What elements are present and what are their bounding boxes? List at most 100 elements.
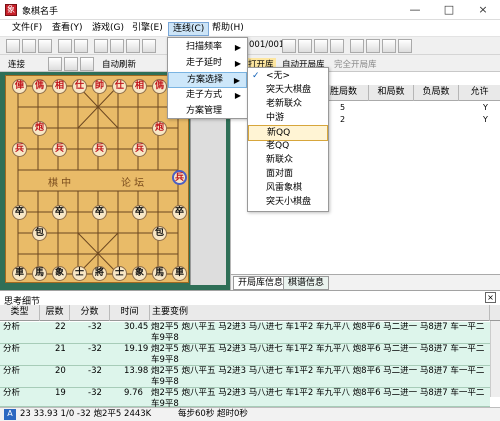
monitor-icon[interactable] <box>80 57 94 71</box>
clock-icon[interactable] <box>48 57 62 71</box>
check-icon: ✓ <box>252 71 260 81</box>
board-piece[interactable]: 卒 <box>172 205 187 220</box>
board-piece[interactable]: 車 <box>172 266 187 281</box>
connect-menu: 扫描频率 ▶ 走子延时 ▶ 方案选择 ▶ 走子方式 ▶ 方案管理 <box>167 37 248 119</box>
menu-file[interactable]: 文件(F) <box>8 22 46 36</box>
board-piece[interactable]: 包 <box>152 226 167 241</box>
board-piece[interactable]: 炮 <box>32 121 47 136</box>
menu-scheme-select[interactable]: 方案选择 ▶ <box>168 72 247 88</box>
monitor-icon[interactable] <box>110 39 124 53</box>
board-piece[interactable]: 馬 <box>152 266 167 281</box>
title-bar: 象 象棋名手 — □ × <box>0 0 500 20</box>
board-piece[interactable]: 兵 <box>52 142 67 157</box>
thinking-row[interactable]: 分析 19 -32 9.76 炮2平5 炮八平五 马2进3 马八进七 车1平2 … <box>0 388 490 407</box>
board-piece[interactable]: 馬 <box>32 266 47 281</box>
chess-board[interactable]: 俥 傌 相 仕 帥 仕 相 傌 俥 炮 炮 兵 兵 兵 兵 兵 卒 卒 卒 卒 … <box>5 75 189 283</box>
folder-icon[interactable] <box>366 39 380 53</box>
square-icon[interactable] <box>94 39 108 53</box>
close-icon[interactable]: × <box>466 0 500 20</box>
board-piece[interactable]: 兵 <box>92 142 107 157</box>
menu-help[interactable]: 帮助(H) <box>208 22 248 36</box>
maximize-icon[interactable]: □ <box>432 0 466 20</box>
board-piece[interactable]: 士 <box>72 266 87 281</box>
board-piece[interactable]: 仕 <box>112 79 127 94</box>
new-icon[interactable] <box>6 39 20 53</box>
menu-bar: 文件(F) 查看(Y) 游戏(G) 引擎(E) 连线(C) 帮助(H) <box>0 20 500 37</box>
river-text-right: 论 坛 <box>121 178 145 189</box>
main-toolbar: 001/001 <box>0 37 500 55</box>
status-icon: A <box>4 409 16 420</box>
board-piece[interactable]: 傌 <box>32 79 47 94</box>
board-icon[interactable] <box>58 39 72 53</box>
menu-scan-frequency[interactable]: 扫描频率 ▶ <box>168 40 247 56</box>
board-piece[interactable]: 俥 <box>12 79 27 94</box>
thinking-row[interactable]: 分析 21 -32 19.19 炮2平5 炮八平五 马2进3 马八进七 车1平2… <box>0 344 490 366</box>
board-piece[interactable]: 傌 <box>152 79 167 94</box>
board-piece[interactable]: 士 <box>112 266 127 281</box>
thinking-row[interactable]: 分析 20 -32 13.98 炮2平5 炮八平五 马2进3 马八进七 车1平2… <box>0 366 490 388</box>
board-piece[interactable]: 仕 <box>72 79 87 94</box>
monitor-icon[interactable] <box>126 39 140 53</box>
last-icon[interactable] <box>330 39 344 53</box>
losses-column: 负局数 <box>414 85 459 101</box>
board-piece[interactable]: 兵 <box>12 142 27 157</box>
board-piece[interactable]: 包 <box>32 226 47 241</box>
next-icon[interactable] <box>314 39 328 53</box>
board-piece[interactable]: 象 <box>52 266 67 281</box>
board-piece[interactable]: 卒 <box>132 205 147 220</box>
draws-column: 和局数 <box>369 85 414 101</box>
scheme-submenu: ✓ <无> 突天大棋盘 老新联众 中游 新QQ 老QQ 新联众 面对面 风雷象棋 … <box>247 67 329 212</box>
board-piece[interactable]: 相 <box>52 79 67 94</box>
help-icon[interactable] <box>398 39 412 53</box>
save-icon[interactable] <box>38 39 52 53</box>
minimize-icon[interactable]: — <box>398 0 432 20</box>
thinking-panel: 思考细节 × 类型 层数 分数 时间 主要变例 分析 22 -32 30.45 … <box>0 290 500 407</box>
thinking-row[interactable]: 分析 22 -32 30.45 炮2平5 炮八平五 马2进3 马八进七 车1平2… <box>0 322 490 344</box>
search-icon[interactable] <box>142 39 156 53</box>
open-icon[interactable] <box>22 39 36 53</box>
tab-record-info[interactable]: 棋谱信息 <box>283 276 330 290</box>
close-icon[interactable]: × <box>485 292 496 303</box>
prev-icon[interactable] <box>298 39 312 53</box>
page-indicator: 001/001 <box>249 40 285 50</box>
menu-view[interactable]: 查看(Y) <box>48 22 87 36</box>
board-piece[interactable]: 車 <box>12 266 27 281</box>
speaker-icon[interactable] <box>64 57 78 71</box>
score-header: 分数 <box>70 305 110 321</box>
flip-icon[interactable] <box>350 39 364 53</box>
full-open-library[interactable]: 完全开局库 <box>334 58 377 70</box>
chart-icon[interactable] <box>74 39 88 53</box>
board-piece[interactable]: 卒 <box>12 205 27 220</box>
menu-move-delay[interactable]: 走子延时 ▶ <box>168 56 247 72</box>
menu-move-mode[interactable]: 走子方式 ▶ <box>168 88 247 104</box>
board-piece[interactable]: 兵 <box>172 170 187 185</box>
menu-game[interactable]: 游戏(G) <box>88 22 128 36</box>
board-piece[interactable]: 卒 <box>52 205 67 220</box>
menu-engine[interactable]: 引擎(E) <box>128 22 167 36</box>
board-piece[interactable]: 相 <box>132 79 147 94</box>
first-icon[interactable] <box>282 39 296 53</box>
board-piece[interactable]: 象 <box>132 266 147 281</box>
depth-header: 层数 <box>40 305 70 321</box>
time-header: 时间 <box>110 305 150 321</box>
board-piece[interactable]: 將 <box>92 266 107 281</box>
allow-column: 允许 <box>459 85 500 101</box>
tab-library-info[interactable]: 开局库信息 <box>233 276 289 290</box>
scheme-item[interactable]: 突天小棋盘 <box>248 195 328 211</box>
river-text-left: 棋 中 <box>48 178 72 189</box>
board-piece[interactable]: 卒 <box>92 205 107 220</box>
pv-header: 主要变例 <box>150 305 490 321</box>
board-piece[interactable]: 帥 <box>92 79 107 94</box>
vertical-scrollbar[interactable] <box>490 321 500 397</box>
type-header: 类型 <box>0 305 40 321</box>
board-piece[interactable]: 炮 <box>152 121 167 136</box>
gear-icon[interactable] <box>382 39 396 53</box>
status-bar: A 23 33.93 1/0 -32 炮2平5 2443K 每步60秒 超时0秒 <box>0 407 500 421</box>
status-left: 23 33.93 1/0 -32 炮2平5 2443K <box>20 409 152 419</box>
menu-connect[interactable]: 连线(C) <box>168 22 210 36</box>
connect-label[interactable]: 连接 <box>8 58 25 70</box>
auto-refresh[interactable]: 自动刷新 <box>102 58 136 70</box>
menu-scheme-manage[interactable]: 方案管理 <box>168 104 247 120</box>
board-piece[interactable]: 兵 <box>132 142 147 157</box>
status-middle: 每步60秒 超时0秒 <box>178 409 248 419</box>
